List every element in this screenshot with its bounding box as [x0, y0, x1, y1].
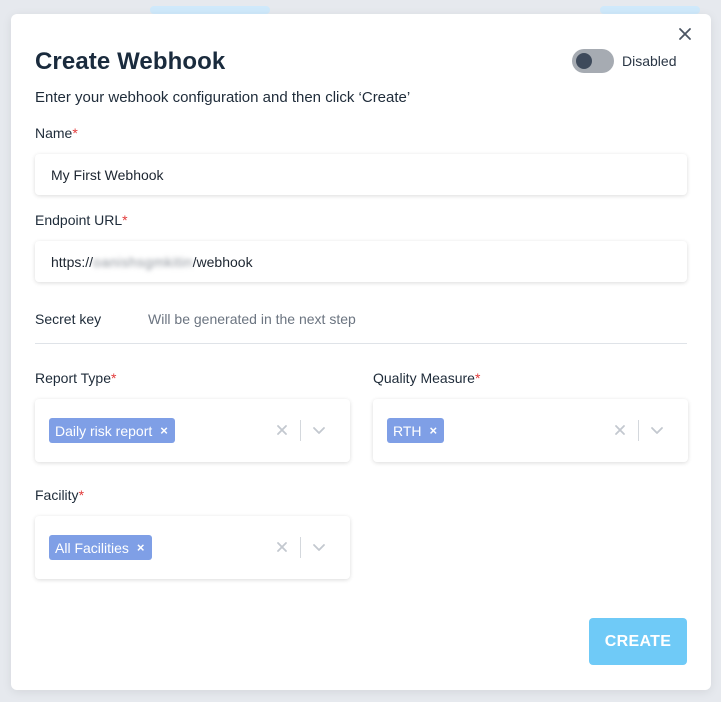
required-marker: *	[78, 487, 85, 503]
select-separator	[638, 420, 639, 441]
name-label-text: Name	[35, 125, 73, 141]
backdrop-decoration	[150, 6, 270, 14]
name-label: Name*	[35, 125, 78, 141]
dialog-title: Create Webhook	[35, 48, 226, 75]
create-webhook-dialog: Create Webhook Disabled Enter your webho…	[11, 14, 711, 690]
toggle-knob	[576, 53, 592, 69]
facility-label: Facility*	[35, 487, 84, 503]
report-type-select[interactable]: Daily risk report ×	[35, 399, 350, 462]
report-type-label-text: Report Type	[35, 370, 112, 386]
endpoint-url-suffix: /webhook	[192, 253, 253, 270]
selected-chip: All Facilities ×	[49, 535, 152, 560]
endpoint-url-label-text: Endpoint URL	[35, 212, 123, 228]
dialog-subtitle: Enter your webhook configuration and the…	[35, 89, 411, 106]
selected-chip: Daily risk report ×	[49, 418, 175, 443]
chip-remove-button[interactable]: ×	[137, 541, 145, 554]
chip-label: RTH	[393, 422, 422, 439]
toggle-label: Disabled	[622, 53, 677, 69]
close-icon	[679, 28, 691, 40]
required-marker: *	[122, 212, 128, 228]
secret-key-label: Secret key	[35, 311, 102, 327]
name-input[interactable]: My First Webhook	[35, 154, 687, 195]
facility-select[interactable]: All Facilities ×	[35, 516, 350, 579]
clear-icon[interactable]	[613, 423, 627, 437]
chip-remove-button[interactable]: ×	[160, 424, 168, 437]
create-button[interactable]: CREATE	[589, 618, 687, 665]
secret-key-value: Will be generated in the next step	[148, 311, 356, 327]
quality-measure-label: Quality Measure*	[373, 370, 480, 386]
required-marker: *	[72, 125, 78, 141]
chevron-down-icon[interactable]	[650, 423, 664, 437]
report-type-label: Report Type*	[35, 370, 116, 386]
required-marker: *	[111, 370, 117, 386]
clear-icon[interactable]	[275, 423, 289, 437]
clear-icon[interactable]	[275, 540, 289, 554]
endpoint-url-obscured-host: oanishsgmkitin	[93, 253, 193, 270]
chevron-down-icon[interactable]	[312, 423, 326, 437]
select-separator	[300, 420, 301, 441]
backdrop-decoration	[600, 6, 700, 14]
endpoint-url-label: Endpoint URL*	[35, 212, 128, 228]
facility-label-text: Facility	[35, 487, 79, 503]
quality-measure-label-text: Quality Measure	[373, 370, 475, 386]
selected-chip: RTH ×	[387, 418, 445, 443]
chip-remove-button[interactable]: ×	[430, 424, 438, 437]
enabled-toggle[interactable]	[572, 49, 614, 73]
chevron-down-icon[interactable]	[312, 540, 326, 554]
endpoint-url-input[interactable]: https://oanishsgmkitin/webhook	[35, 241, 687, 282]
select-separator	[300, 537, 301, 558]
required-marker: *	[474, 370, 481, 386]
endpoint-url-prefix: https://	[51, 253, 94, 270]
section-divider	[35, 343, 687, 344]
chip-label: All Facilities	[55, 539, 129, 556]
chip-label: Daily risk report	[55, 422, 153, 439]
name-input-value: My First Webhook	[51, 166, 164, 183]
close-button[interactable]	[675, 24, 695, 44]
quality-measure-select[interactable]: RTH ×	[373, 399, 688, 462]
